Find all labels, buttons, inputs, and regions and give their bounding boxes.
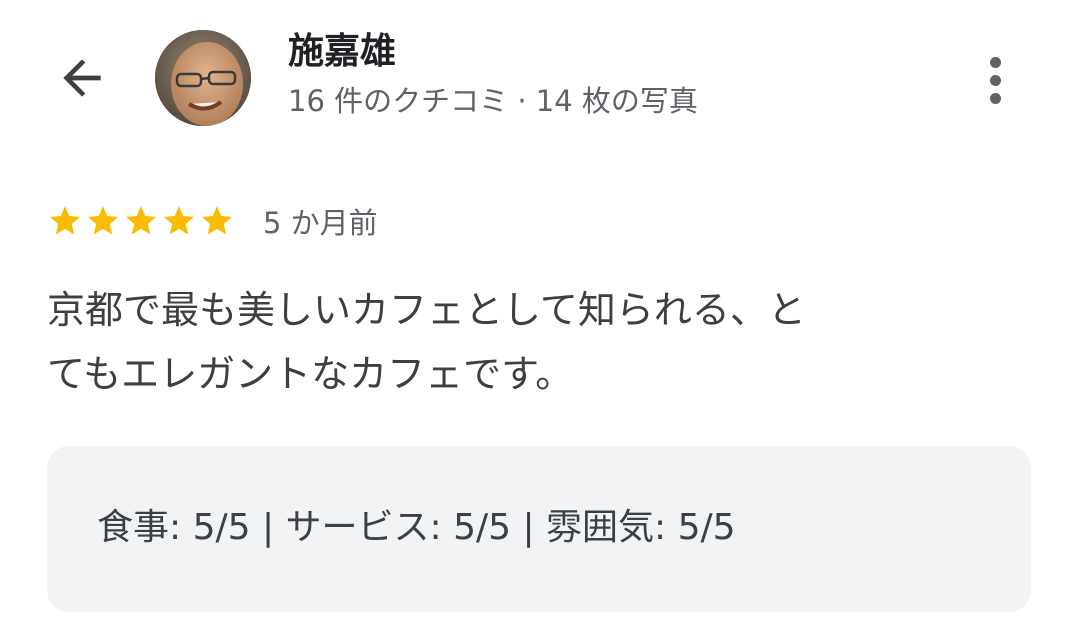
aspect-ratings-text: 食事: 5/5 | サービス: 5/5 | 雰囲気: 5/5 bbox=[97, 507, 736, 548]
arrow-back-icon bbox=[63, 59, 101, 97]
more-vert-icon-dot bbox=[989, 56, 1001, 68]
more-vert-icon-dot bbox=[989, 92, 1001, 104]
review-text: 京都で最も美しいカフェとして知られる、と てもエレガントなカフェです。 bbox=[47, 278, 1037, 406]
review-header: 施嘉雄 16 件のクチコミ · 14 枚の写真 bbox=[0, 0, 1079, 160]
back-button[interactable] bbox=[50, 46, 114, 110]
star-rating bbox=[47, 203, 235, 239]
user-avatar-image bbox=[155, 30, 251, 126]
user-name[interactable]: 施嘉雄 bbox=[288, 28, 396, 76]
star-icon bbox=[50, 206, 80, 235]
review-date: 5 か月前 bbox=[263, 206, 378, 240]
star-icon bbox=[202, 206, 232, 235]
star-icon bbox=[126, 206, 156, 235]
review-text-line: てもエレガントなカフェです。 bbox=[47, 352, 574, 396]
more-options-button[interactable] bbox=[968, 50, 1022, 110]
aspect-ratings-box: 食事: 5/5 | サービス: 5/5 | 雰囲気: 5/5 bbox=[47, 446, 1031, 612]
review-text-line: 京都で最も美しいカフェとして知られる、と bbox=[47, 288, 806, 332]
user-stats: 16 件のクチコミ · 14 枚の写真 bbox=[288, 84, 698, 118]
star-icon bbox=[164, 206, 194, 235]
star-icon bbox=[88, 206, 118, 235]
rating-row: 5 か月前 bbox=[47, 196, 378, 246]
more-vert-icon-dot bbox=[989, 74, 1001, 86]
avatar[interactable] bbox=[155, 30, 251, 126]
